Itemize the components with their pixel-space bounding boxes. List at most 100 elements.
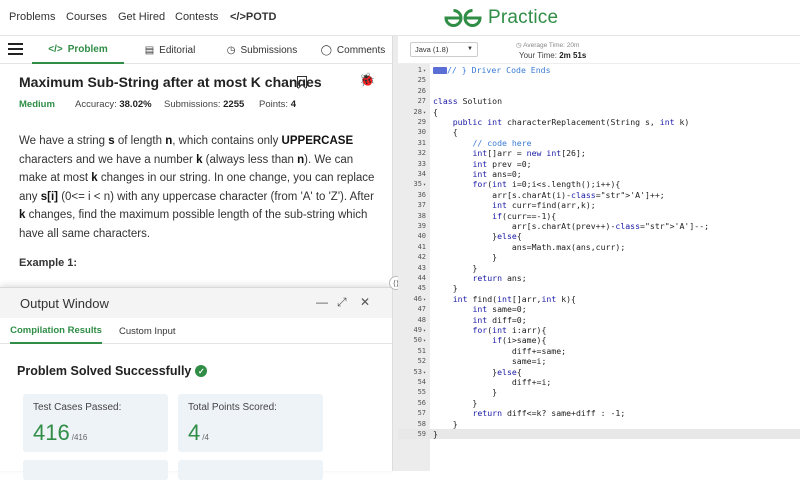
line-number: 34: [417, 170, 426, 178]
check-circle-icon: ✓: [195, 365, 208, 377]
line-number: 55: [417, 388, 426, 397]
code-line[interactable]: if(i>same){: [433, 335, 546, 345]
example-heading: Example 1:: [19, 257, 78, 269]
code-line[interactable]: // } Driver Code Ends: [433, 65, 551, 75]
points-stat: Points: 4: [259, 99, 296, 110]
code-line[interactable]: int ans=0;: [433, 169, 521, 179]
caret-down-icon: ▼: [467, 46, 473, 52]
fold-arrow-icon[interactable]: ▾: [423, 68, 426, 74]
problem-title: Maximum Sub-String after at most K chang…: [19, 74, 322, 90]
code-line[interactable]: }: [433, 419, 458, 429]
tab-submissions[interactable]: ◷ Submissions: [220, 36, 304, 64]
collapsed-region-marker[interactable]: [433, 67, 447, 74]
code-line[interactable]: same=i;: [433, 356, 547, 366]
nav-potd[interactable]: </>POTD: [230, 11, 276, 23]
line-number: 43: [417, 263, 426, 272]
code-line[interactable]: int prev =0;: [433, 159, 531, 169]
code-line[interactable]: class Solution: [433, 96, 502, 106]
tab-problem[interactable]: </> Problem: [32, 36, 124, 64]
line-number: 38: [417, 211, 426, 220]
bookmark-icon[interactable]: [297, 76, 307, 88]
line-number: 39: [417, 222, 426, 230]
code-line[interactable]: if(curr==-1){: [433, 211, 556, 221]
line-number: 26: [417, 86, 426, 95]
gfg-logo[interactable]: Practice: [444, 6, 558, 30]
nav-courses[interactable]: Courses: [66, 11, 107, 23]
code-line[interactable]: return diff<=k? same+diff : -1;: [433, 408, 625, 418]
top-nav: Problems Courses Get Hired Contests </>P…: [0, 0, 800, 36]
code-line[interactable]: int curr=find(arr,k);: [433, 200, 596, 210]
fold-arrow-icon[interactable]: ▾: [423, 182, 426, 188]
code-line[interactable]: arr[s.charAt(prev++)-class="str">'A']--;: [433, 221, 709, 231]
code-line[interactable]: }else{: [433, 367, 522, 377]
code-line[interactable]: return ans;: [433, 273, 526, 283]
code-line[interactable]: for(int i:arr){: [433, 325, 546, 335]
code-line[interactable]: // code here: [433, 138, 531, 148]
fold-arrow-icon[interactable]: ▾: [423, 297, 426, 303]
accuracy-stat: Accuracy: 38.02%: [75, 99, 152, 110]
nav-get-hired[interactable]: Get Hired: [118, 11, 165, 23]
fold-arrow-icon[interactable]: ▾: [423, 338, 426, 344]
bug-icon[interactable]: 🐞: [359, 72, 375, 88]
code-line[interactable]: ans=Math.max(ans,curr);: [433, 242, 625, 252]
close-icon[interactable]: ✕: [360, 295, 370, 309]
nav-problems[interactable]: Problems: [9, 11, 55, 23]
problem-tabs: </> Problem ▤ Editorial ◷ Submissions ◯ …: [0, 36, 392, 64]
menu-icon[interactable]: [8, 43, 23, 56]
tab-comments[interactable]: ◯ Comments: [314, 36, 392, 64]
line-number: 41: [417, 242, 426, 251]
line-number: 31: [417, 138, 426, 147]
line-number: 36: [417, 190, 426, 199]
line-number: 52: [417, 357, 426, 366]
code-line[interactable]: }: [433, 263, 477, 273]
tab-editorial[interactable]: ▤ Editorial: [130, 36, 210, 64]
code-line[interactable]: diff+=same;: [433, 346, 566, 356]
code-line[interactable]: }: [433, 252, 497, 262]
code-line[interactable]: }: [433, 429, 438, 439]
code-line[interactable]: }: [433, 283, 458, 293]
active-line-highlight: [398, 429, 800, 440]
output-header: Output Window — ⤢ ✕: [0, 288, 392, 318]
line-number: 44: [417, 274, 426, 282]
code-line[interactable]: arr[s.charAt(i)-class="str">'A']++;: [433, 190, 665, 200]
test-cases-label: Test Cases Passed:: [33, 402, 122, 413]
code-icon: </>: [230, 11, 246, 23]
result-card: [178, 460, 323, 480]
nav-contests[interactable]: Contests: [175, 11, 218, 23]
code-line[interactable]: int find(int[]arr,int k){: [433, 294, 576, 304]
line-number: 42: [417, 253, 426, 262]
code-line[interactable]: }: [433, 387, 497, 397]
code-line[interactable]: }else{: [433, 231, 522, 241]
result-card: [23, 460, 168, 480]
test-cases-value: 416/416: [33, 420, 88, 445]
code-line[interactable]: public int characterReplacement(String s…: [433, 117, 690, 127]
line-number: 47: [417, 305, 426, 314]
code-line[interactable]: for(int i=0;i<s.length();i++){: [433, 179, 620, 189]
expand-icon[interactable]: ⤢: [337, 295, 347, 310]
fold-arrow-icon[interactable]: ▾: [423, 370, 426, 376]
code-line[interactable]: int diff=0;: [433, 315, 526, 325]
average-time: ◷ Average Time: 20m: [516, 42, 580, 49]
code-line[interactable]: diff+=i;: [433, 377, 551, 387]
output-title: Output Window: [20, 296, 109, 311]
language-select[interactable]: Java (1.8) ▼: [410, 42, 478, 57]
points-card: Total Points Scored: 4/4: [178, 394, 323, 452]
line-number: 40: [417, 232, 426, 241]
output-window: Output Window — ⤢ ✕ Compilation Results …: [0, 287, 392, 480]
fold-arrow-icon[interactable]: ▾: [423, 110, 426, 116]
code-line[interactable]: {: [433, 107, 438, 117]
line-number: 57: [417, 409, 426, 418]
code-line[interactable]: {: [433, 127, 458, 137]
tab-compilation-results[interactable]: Compilation Results: [10, 318, 102, 344]
your-time: Your Time: 2m 51s: [519, 51, 587, 60]
status-message: Problem Solved Successfully ✓: [17, 364, 208, 378]
points-value: 4/4: [188, 420, 209, 445]
code-line[interactable]: }: [433, 398, 477, 408]
minimize-icon[interactable]: —: [316, 295, 328, 309]
tab-custom-input[interactable]: Custom Input: [119, 318, 176, 344]
problem-description: We have a string s of length n, which co…: [19, 135, 375, 240]
code-line[interactable]: int[]arr = new int[26];: [433, 148, 585, 158]
line-number: 33: [417, 159, 426, 168]
code-line[interactable]: int same=0;: [433, 304, 526, 314]
fold-arrow-icon[interactable]: ▾: [423, 328, 426, 334]
